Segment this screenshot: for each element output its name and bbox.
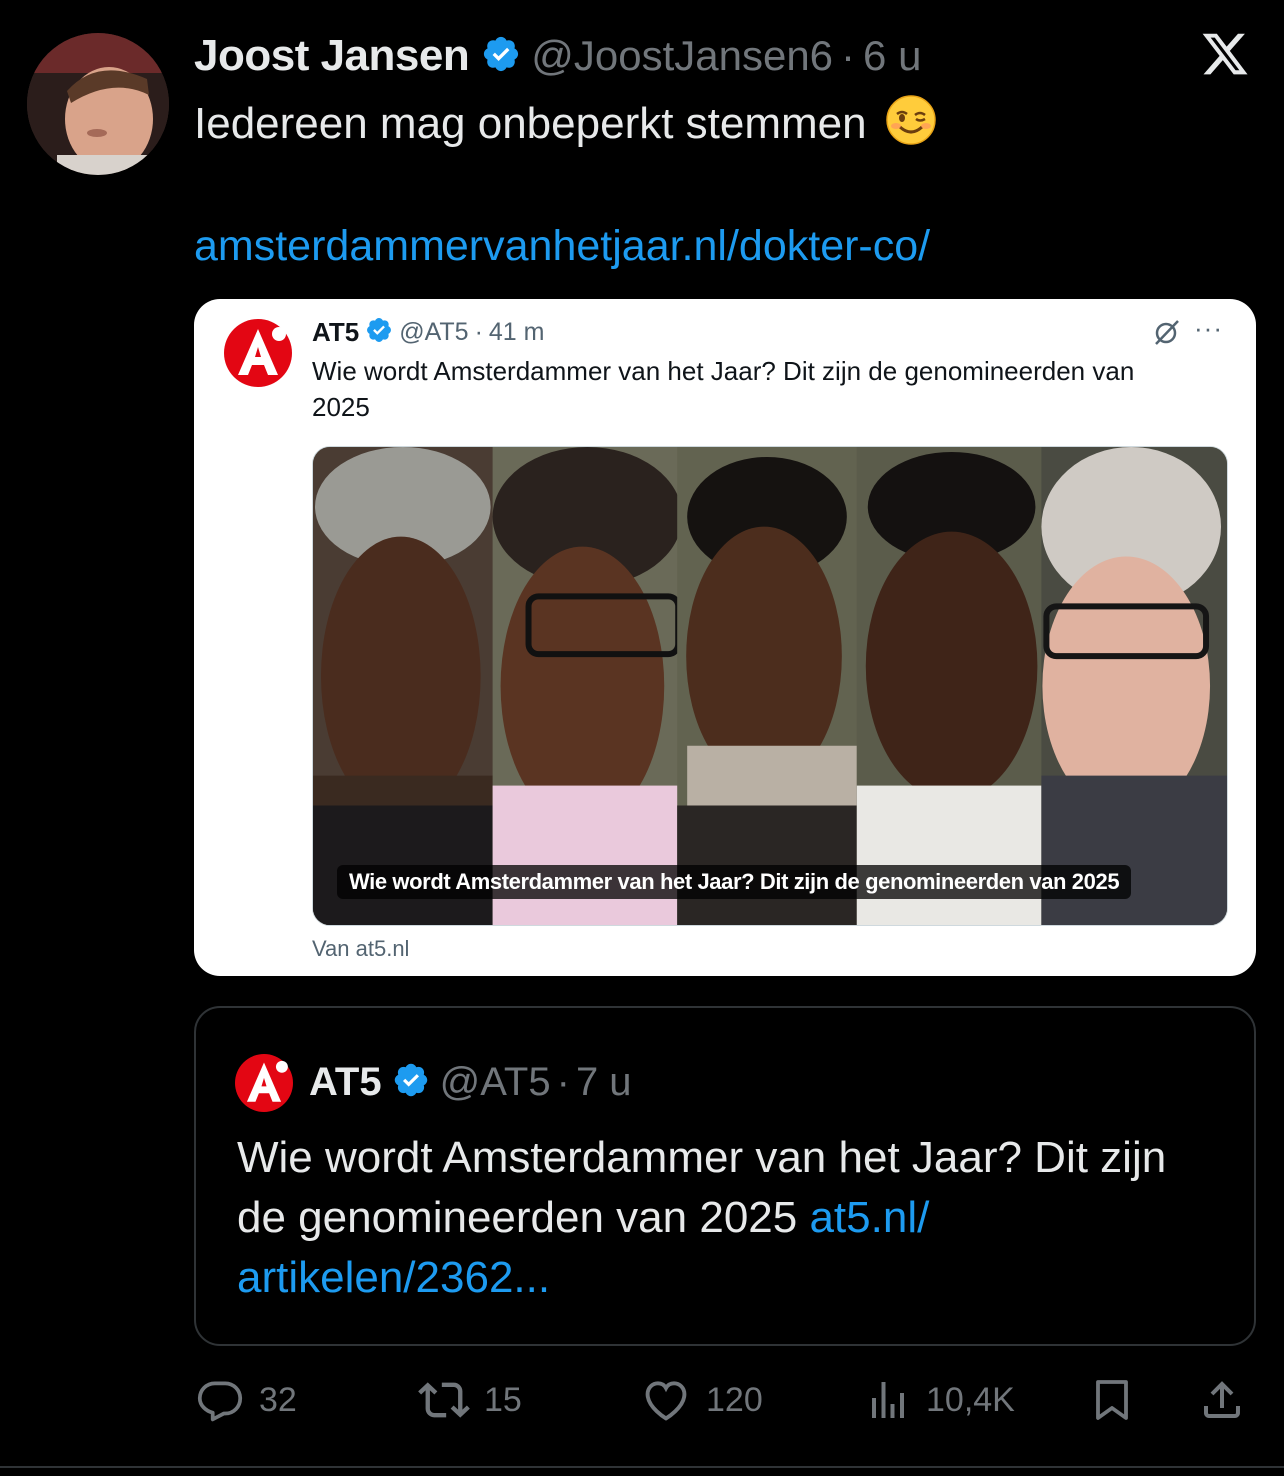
quote-author-handle[interactable]: @AT5 (440, 1060, 551, 1105)
views-count: 10,4K (926, 1380, 1015, 1419)
embed-author-name: AT5 (312, 316, 360, 347)
at5-logo-icon (235, 1054, 293, 1112)
quote-header: AT5 @AT5 · 7 u (309, 1056, 632, 1108)
author-avatar[interactable] (27, 33, 169, 175)
tweet-text: Iedereen mag onbeperkt stemmen (194, 94, 937, 157)
author-name[interactable]: Joost Jansen (194, 31, 470, 81)
embedded-tweet-screenshot[interactable]: AT5 @AT5 · 41 m ··· Wie wordt Amsterdamm… (194, 299, 1256, 976)
quote-author-name[interactable]: AT5 (309, 1060, 382, 1105)
repost-button[interactable]: 15 (418, 1370, 522, 1430)
reply-button[interactable]: 32 (195, 1370, 297, 1430)
like-count: 120 (706, 1380, 763, 1419)
share-icon (1204, 1381, 1240, 1418)
x-logo-icon[interactable] (1197, 29, 1253, 79)
at5-logo-icon (224, 319, 292, 387)
verified-badge-icon (365, 316, 393, 349)
author-handle[interactable]: @JoostJansen6 (531, 32, 833, 80)
embed-author-handle: @AT5 (399, 317, 469, 346)
tweet-header: Joost Jansen @JoostJansen6 · 6 u (194, 28, 921, 84)
nominees-photo (313, 447, 1227, 925)
verified-badge-icon (481, 34, 521, 79)
quoted-tweet[interactable]: AT5 @AT5 · 7 u Wie wordt Amsterdammer va… (194, 1006, 1256, 1346)
separator-dot: · (841, 32, 856, 79)
embed-time: 41 m (488, 317, 545, 346)
tweet-time[interactable]: 6 u (863, 32, 921, 80)
media-caption: Wie wordt Amsterdammer van het Jaar? Dit… (337, 865, 1132, 899)
heart-icon (645, 1381, 687, 1421)
quote-time[interactable]: 7 u (576, 1060, 632, 1105)
bottom-divider (0, 1466, 1284, 1468)
share-button[interactable] (1198, 1370, 1246, 1430)
views-button[interactable]: 10,4K (864, 1370, 1015, 1430)
avatar-photo (27, 33, 169, 175)
embed-source: Van at5.nl (312, 936, 410, 961)
views-icon (872, 1382, 904, 1418)
embed-media-image: Wie wordt Amsterdammer van het Jaar? Dit… (312, 446, 1228, 926)
bookmark-button[interactable] (1088, 1370, 1136, 1430)
embed-separator-dot: · (474, 317, 483, 346)
more-options-icon: ··· (1194, 313, 1223, 343)
winking-face-emoji-icon (885, 94, 937, 157)
like-button[interactable]: 120 (640, 1370, 763, 1430)
quote-text: Wie wordt Amsterdammer van het Jaar? Dit… (237, 1128, 1217, 1308)
reply-icon (197, 1381, 243, 1422)
repost-icon (418, 1382, 470, 1418)
tweet-text-content: Iedereen mag onbeperkt stemmen (194, 99, 867, 148)
reply-count: 32 (259, 1380, 297, 1419)
repost-count: 15 (484, 1380, 522, 1419)
embed-header: AT5 @AT5 · 41 m (312, 316, 545, 348)
quote-text-content: Wie wordt Amsterdammer van het Jaar? Dit… (237, 1133, 1167, 1242)
verified-badge-icon (392, 1061, 430, 1104)
bookmark-icon (1096, 1380, 1128, 1420)
tweet-link[interactable]: amsterdammervanhetjaar.nl/dokter-co/ (194, 222, 930, 271)
embed-tweet-text: Wie wordt Amsterdammer van het Jaar? Dit… (312, 356, 1135, 422)
action-bar: 32 15 120 10,4K (0, 1370, 1284, 1430)
quote-separator-dot: · (556, 1059, 570, 1104)
grok-icon (1155, 320, 1179, 345)
